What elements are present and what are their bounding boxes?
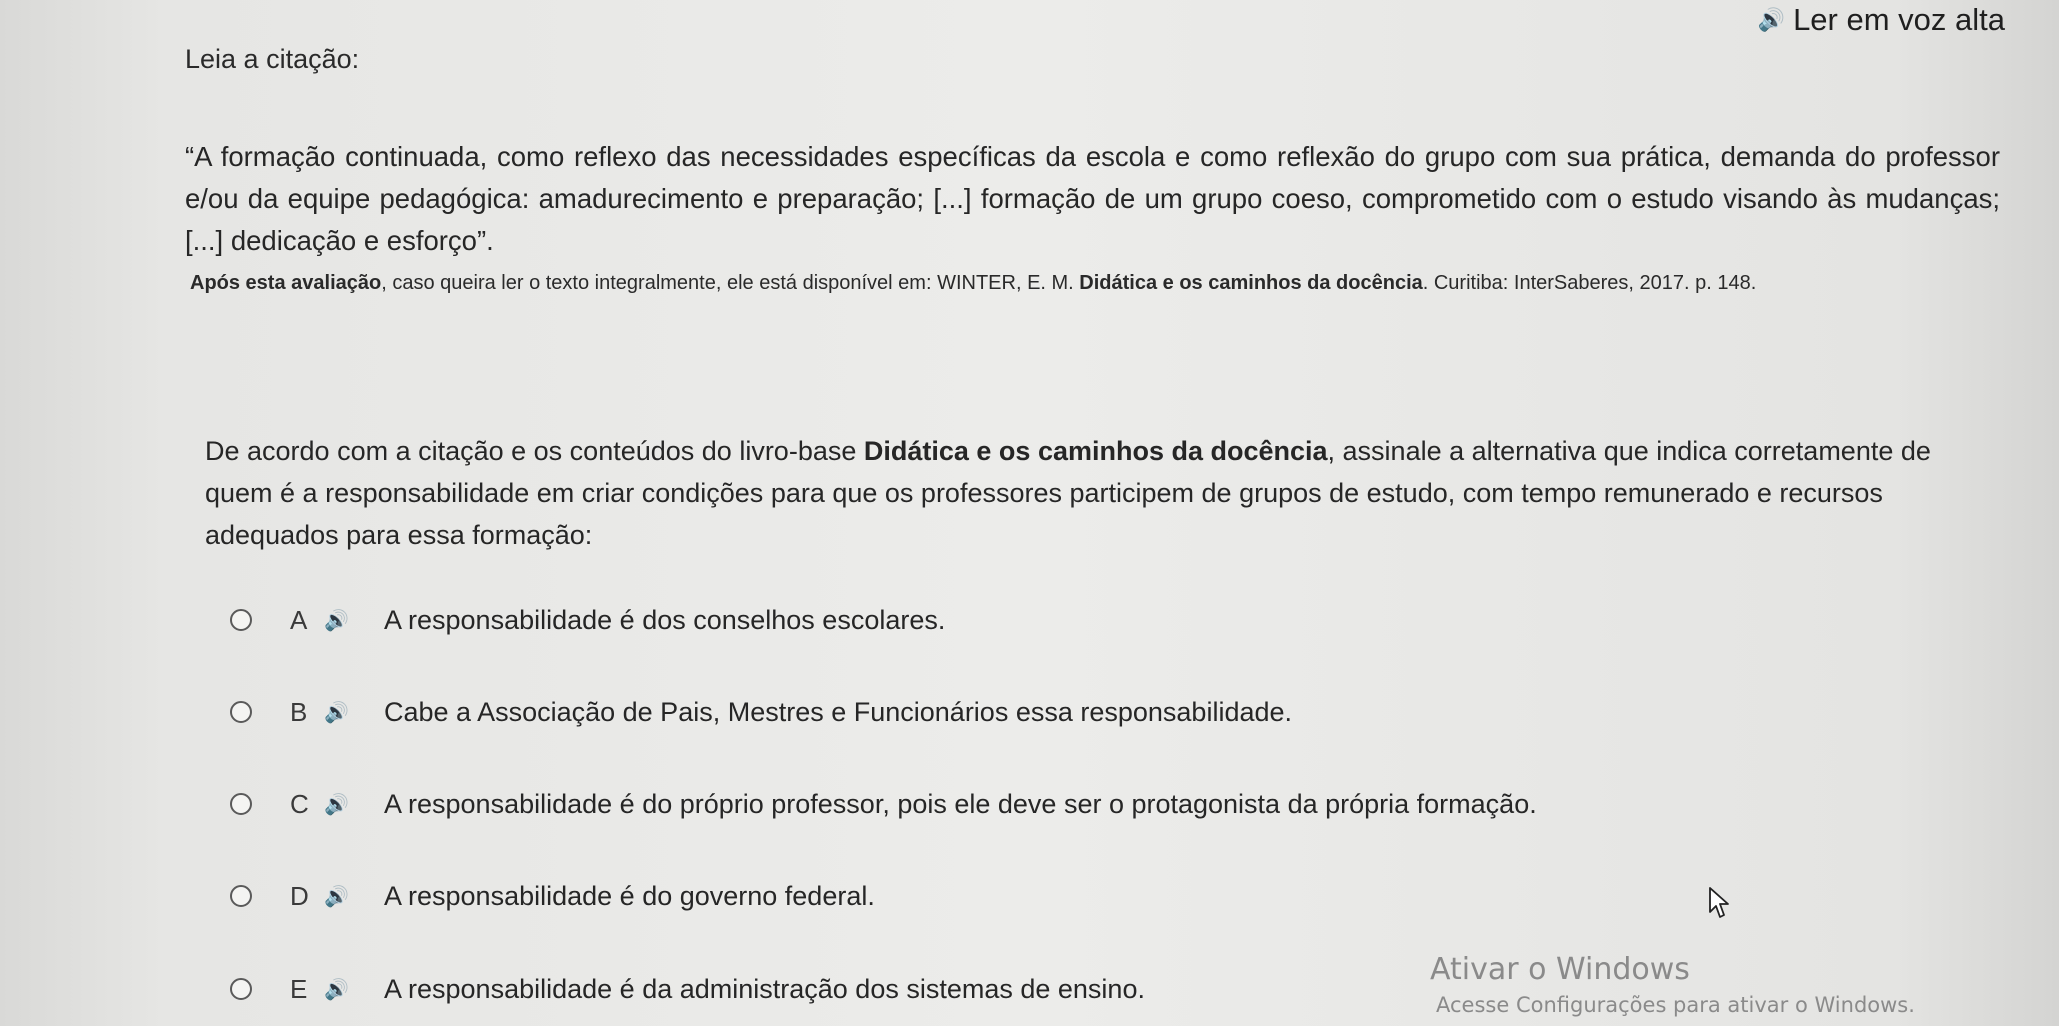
- option-d[interactable]: D 🔊 A responsabilidade é do governo fede…: [230, 876, 875, 916]
- watermark-subtitle: Acesse Configurações para ativar o Windo…: [1436, 993, 1915, 1017]
- option-letter: B: [290, 696, 308, 727]
- source-middle: , caso queira ler o texto integralmente,…: [381, 272, 1080, 294]
- radio-button[interactable]: [230, 609, 252, 631]
- option-e[interactable]: E 🔊 A responsabilidade é da administraçã…: [230, 969, 1145, 1009]
- option-text: A responsabilidade é do governo federal.: [384, 880, 875, 911]
- read-aloud-label: Ler em voz alta: [1793, 2, 2005, 37]
- option-b[interactable]: B 🔊 Cabe a Associação de Pais, Mestres e…: [230, 692, 1292, 732]
- speaker-icon: 🔊: [1757, 7, 1786, 32]
- radio-button[interactable]: [230, 978, 252, 1000]
- radio-button[interactable]: [230, 885, 252, 907]
- source-citation: Após esta avaliação, caso queira ler o t…: [190, 272, 1990, 295]
- source-book-title: Didática e os caminhos da docência: [1079, 272, 1423, 294]
- option-letter: A: [290, 604, 308, 635]
- radio-button[interactable]: [230, 793, 252, 815]
- watermark-title: Ativar o Windows: [1430, 952, 1690, 987]
- read-aloud-button[interactable]: 🔊 Ler em voz alta: [1758, 2, 2005, 38]
- option-text: A responsabilidade é da administração do…: [384, 973, 1145, 1004]
- speaker-icon[interactable]: 🔊: [324, 884, 384, 909]
- question-text: De acordo com a citação e os conteúdos d…: [205, 430, 1975, 556]
- option-a[interactable]: A 🔊 A responsabilidade é dos conselhos e…: [230, 600, 945, 640]
- speaker-icon[interactable]: 🔊: [324, 977, 384, 1002]
- option-text: A responsabilidade é do próprio professo…: [384, 788, 1537, 819]
- speaker-icon[interactable]: 🔊: [324, 700, 384, 725]
- speaker-icon[interactable]: 🔊: [324, 608, 384, 633]
- intro-text: Leia a citação:: [185, 44, 360, 74]
- question-book-title: Didática e os caminhos da docência: [863, 436, 1328, 466]
- option-text: A responsabilidade é dos conselhos escol…: [384, 604, 946, 635]
- source-tail: . Curitiba: InterSaberes, 2017. p. 148.: [1422, 272, 1757, 294]
- quote-text: “A formação continuada, como reflexo das…: [185, 141, 2000, 256]
- option-letter: D: [290, 880, 309, 911]
- question-part1: De acordo com a citação e os conteúdos d…: [205, 436, 864, 466]
- mouse-cursor-icon: [1709, 887, 1729, 918]
- option-c[interactable]: C 🔊 A responsabilidade é do próprio prof…: [230, 784, 1537, 824]
- option-text: Cabe a Associação de Pais, Mestres e Fun…: [384, 696, 1293, 727]
- windows-activation-watermark: Ativar o Windows Acesse Configurações pa…: [1430, 950, 1915, 1020]
- source-lead: Após esta avaliação: [190, 272, 382, 294]
- radio-button[interactable]: [230, 701, 252, 723]
- speaker-icon[interactable]: 🔊: [324, 792, 384, 817]
- option-letter: E: [290, 973, 308, 1004]
- option-letter: C: [290, 788, 309, 819]
